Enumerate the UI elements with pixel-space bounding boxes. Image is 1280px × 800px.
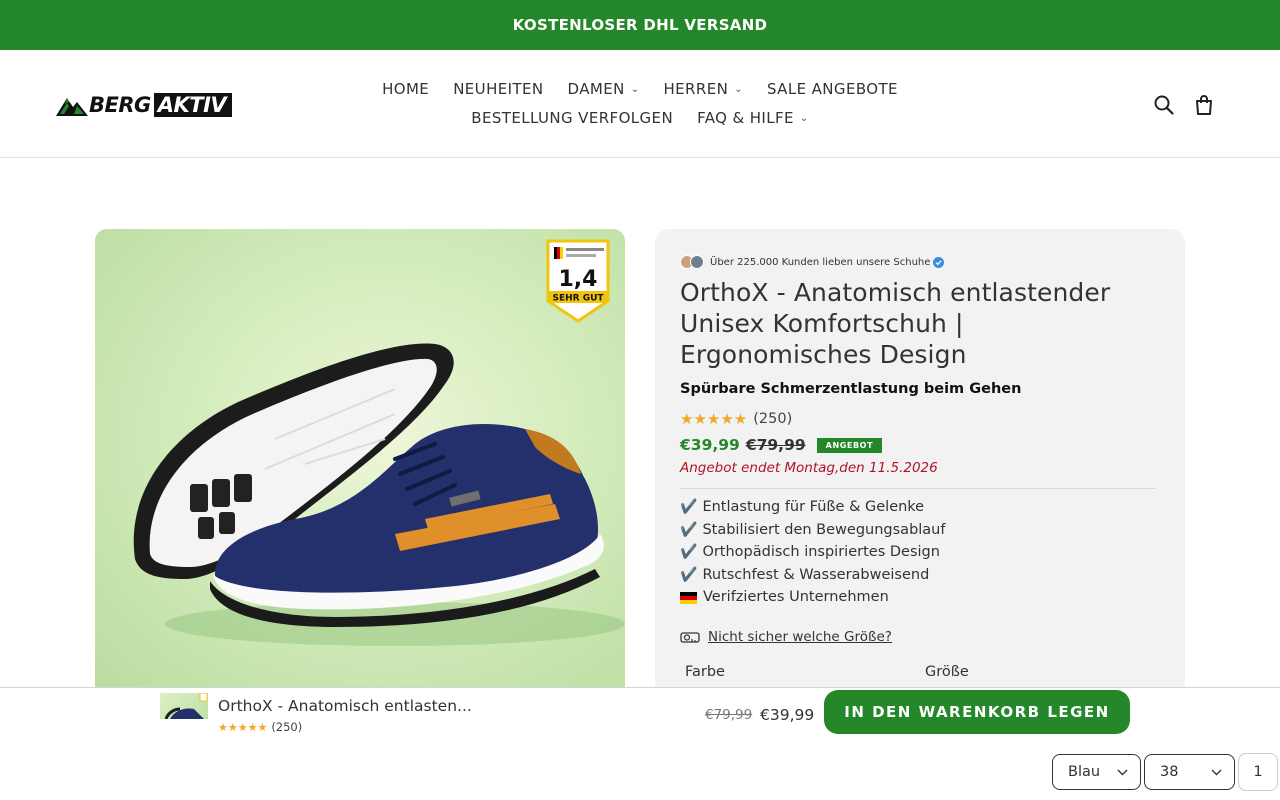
product-title: OrthoX - Anatomisch entlastender Unisex … [680,278,1111,369]
ruler-icon [680,632,700,643]
product-subtitle: Spürbare Schmerzentlastung beim Gehen [680,381,1022,397]
benefits-list: ✔️ Entlastung für Füße & Gelenke ✔️ Stabil… [680,496,945,609]
color-select[interactable]: Blau [1052,754,1141,790]
checkmark-icon: ✔️ [680,544,698,561]
test-rating-badge: 1,4 SEHR GUT [546,239,610,323]
quantity-input[interactable]: 1 [1238,753,1278,791]
compare-price: €79,99 [745,436,806,454]
search-icon[interactable] [1153,94,1175,116]
sticky-add-to-cart-bar: OrthoX - Anatomisch entlasten... ★★★★★ (… [0,687,1280,800]
announcement-text: KOSTENLOSER DHL VERSAND [512,16,768,34]
customer-avatars [680,255,706,269]
announcement-bar: KOSTENLOSER DHL VERSAND [0,0,1280,50]
verified-check-icon [933,256,945,268]
nav-herren[interactable]: HERREN ⌄ [664,80,743,98]
main-nav-row-1: HOME NEUHEITEN DAMEN ⌄ HERREN ⌄ SALE ANGEB… [0,80,1280,98]
avatar [690,255,704,269]
nav-bestellung-verfolgen[interactable]: BESTELLUNG VERFOLGEN [471,109,673,127]
nav-home[interactable]: HOME [382,80,429,98]
nav-sale-angebote[interactable]: SALE ANGEBOTE [767,80,898,98]
color-label: Farbe [685,664,725,680]
site-header: BERG AKTIV HOME NEUHEITEN DAMEN ⌄ HERREN ⌄… [0,50,1280,158]
chevron-down-icon [1117,769,1128,775]
social-proof-text: Über 225.000 Kunden lieben unsere Schuhe [710,256,931,268]
chevron-down-icon: ⌄ [799,112,809,124]
social-proof: Über 225.000 Kunden lieben unsere Schuhe [680,255,945,269]
nav-neuheiten[interactable]: NEUHEITEN [453,80,543,98]
star-rating-icons: ★★★★★ [218,720,268,734]
product-rating[interactable]: ★★★★★ (250) [680,410,792,428]
star-rating-icons: ★★★★★ [680,410,748,428]
divider [680,488,1155,489]
checkmark-icon: ✔️ [680,566,698,583]
cart-icon[interactable] [1193,94,1215,116]
chevron-down-icon [1211,769,1222,775]
benefit-item: ✔️ Orthopädisch inspiriertes Design [680,541,945,564]
size-guide-link[interactable]: Nicht sicher welche Größe? [680,629,892,645]
benefit-item: ✔️ Stabilisiert den Bewegungsablauf [680,519,945,542]
sticky-product-thumbnail [160,693,208,719]
sale-price: €39,99 [680,436,740,454]
size-select-value: 38 [1160,764,1179,780]
badge-score: 1,4 [559,267,598,292]
product-image[interactable]: 1,4 SEHR GUT [95,229,625,689]
sticky-sale-price: €39,99 [760,706,815,724]
checkmark-icon: ✔️ [680,521,698,538]
checkmark-icon: ✔️ [680,499,698,515]
sticky-rating: ★★★★★ (250) [218,720,302,734]
size-select[interactable]: 38 [1144,754,1235,790]
offer-end-notice: Angebot endet Montag,den 11.5.2026 [680,460,938,476]
size-label: Größe [925,664,969,680]
add-to-cart-button[interactable]: IN DEN WARENKORB LEGEN [824,690,1130,734]
sticky-compare-price: €79,99 [705,707,753,723]
chevron-down-icon: ⌄ [734,83,743,95]
nav-damen[interactable]: DAMEN ⌄ [568,80,640,98]
nav-faq-hilfe[interactable]: FAQ & HILFE ⌄ [697,109,809,127]
sneaker-thumbnail-illustration [164,693,208,719]
color-select-value: Blau [1068,764,1101,780]
benefit-item: ✔️ Rutschfest & Wasserabweisend [680,564,945,587]
main-nav-row-2: BESTELLUNG VERFOLGEN FAQ & HILFE ⌄ [0,109,1280,127]
benefit-item: Verifziertes Unternehmen [680,586,945,609]
review-count: (250) [753,411,793,427]
german-flag-icon [680,591,697,604]
benefit-item: ✔️ Entlastung für Füße & Gelenke [680,496,945,519]
sale-badge: ANGEBOT [816,437,883,453]
product-info-panel: Über 225.000 Kunden lieben unsere Schuhe… [655,229,1185,689]
badge-rating-text: SEHR GUT [552,294,604,304]
price-block: €39,99 €79,99 ANGEBOT [680,436,883,454]
review-count: (250) [271,720,303,734]
chevron-down-icon: ⌄ [630,83,640,95]
sticky-product-title: OrthoX - Anatomisch entlasten... [218,697,472,715]
